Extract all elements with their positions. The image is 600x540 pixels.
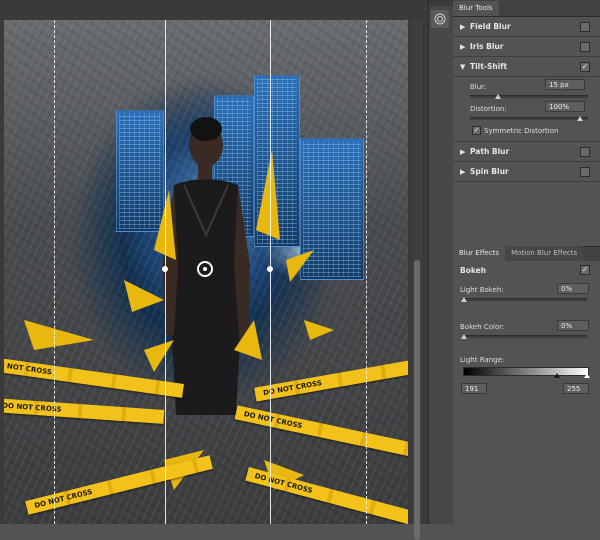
distortion-slider-knob[interactable] — [577, 116, 583, 121]
bokeh-color-input[interactable]: 0% — [557, 320, 589, 331]
tilt-shift-pin[interactable] — [197, 261, 213, 277]
tilt-shift-controls: Blur: 15 px Distortion: 100% ✓ Symmetric… — [453, 77, 600, 142]
collapse-triangle-icon[interactable]: ▼ — [460, 63, 470, 71]
tab-blur-effects[interactable]: Blur Effects — [453, 246, 506, 261]
expand-triangle-icon[interactable]: ▶ — [460, 43, 470, 51]
symmetric-distortion-checkbox[interactable]: ✓ — [472, 126, 481, 135]
light-range-min-input[interactable]: 191 — [461, 383, 487, 394]
light-bokeh-label: Light Bokeh: — [460, 286, 504, 294]
section-path-blur[interactable]: ▶ Path Blur — [453, 142, 600, 162]
section-title: Spin Blur — [470, 167, 509, 176]
section-iris-blur[interactable]: ▶ Iris Blur — [453, 37, 600, 57]
light-range-max-knob[interactable] — [584, 373, 590, 378]
bokeh-color-label: Bokeh Color: — [460, 323, 505, 331]
section-title: Field Blur — [470, 22, 511, 31]
bokeh-color-slider[interactable] — [463, 335, 587, 338]
blur-tools-header: Blur Tools — [453, 0, 600, 17]
field-blur-checkbox[interactable] — [580, 22, 590, 32]
tab-motion-blur-effects[interactable]: Motion Blur Effects — [505, 246, 584, 261]
vertical-scrollbar[interactable] — [412, 20, 422, 540]
light-range-max-input[interactable]: 255 — [563, 383, 589, 394]
light-range-gradient[interactable] — [463, 367, 589, 376]
section-title: Path Blur — [470, 147, 510, 156]
path-blur-checkbox[interactable] — [580, 147, 590, 157]
expand-triangle-icon[interactable]: ▶ — [460, 148, 470, 156]
focus-line-handle[interactable] — [162, 266, 168, 272]
tilt-shift-focus-line-left[interactable] — [165, 20, 166, 524]
expand-triangle-icon[interactable]: ▶ — [460, 23, 470, 31]
strip-header — [429, 0, 453, 6]
bokeh-color-slider-knob[interactable] — [461, 334, 467, 339]
blur-slider-knob[interactable] — [495, 94, 501, 99]
blur-label: Blur: — [470, 83, 487, 91]
tilt-shift-checkbox[interactable]: ✓ — [580, 62, 590, 72]
document-image[interactable]: DO NOT CROSS DO NOT CROSS DO NOT CROSS D… — [4, 20, 408, 524]
blur-gallery-glyph — [434, 13, 446, 25]
section-spin-blur[interactable]: ▶ Spin Blur — [453, 162, 600, 182]
light-bokeh-input[interactable]: 0% — [557, 283, 589, 294]
section-title: Tilt-Shift — [470, 62, 508, 71]
section-tilt-shift[interactable]: ▼ Tilt-Shift ✓ — [453, 57, 600, 77]
light-bokeh-slider[interactable] — [463, 298, 587, 301]
section-field-blur[interactable]: ▶ Field Blur — [453, 17, 600, 37]
focus-line-handle[interactable] — [267, 266, 273, 272]
blur-amount-input[interactable]: 15 px — [545, 79, 585, 90]
spin-blur-checkbox[interactable] — [580, 167, 590, 177]
blur-slider[interactable] — [470, 95, 588, 98]
tilt-shift-focus-line-right[interactable] — [270, 20, 271, 524]
section-title: Iris Blur — [470, 42, 504, 51]
light-range-min-knob[interactable] — [554, 373, 560, 378]
light-bokeh-slider-knob[interactable] — [461, 297, 467, 302]
scrollbar-thumb[interactable] — [414, 260, 420, 540]
symmetric-distortion-label: Symmetric Distortion — [484, 127, 559, 135]
iris-blur-checkbox[interactable] — [580, 42, 590, 52]
distortion-label: Distortion: — [470, 105, 507, 113]
canvas-area: DO NOT CROSS DO NOT CROSS DO NOT CROSS D… — [0, 0, 428, 540]
tilt-shift-feather-line-right[interactable] — [366, 20, 367, 524]
light-range-label: Light Range: — [460, 356, 505, 364]
blur-gallery-icon[interactable] — [431, 10, 449, 28]
tilt-shift-feather-line-left[interactable] — [54, 20, 55, 524]
bokeh-checkbox[interactable]: ✓ — [580, 265, 590, 275]
panel-icon-strip — [428, 0, 454, 524]
effects-header: Blur Effects Motion Blur Effects — [453, 246, 600, 261]
bokeh-title: Bokeh — [460, 266, 487, 275]
distortion-slider[interactable] — [470, 117, 588, 120]
tab-blur-tools[interactable]: Blur Tools — [453, 1, 499, 16]
blur-tools-panel: Blur Tools ▶ Field Blur ▶ Iris Blur ▼ Ti… — [453, 0, 600, 524]
expand-triangle-icon[interactable]: ▶ — [460, 168, 470, 176]
distortion-input[interactable]: 100% — [545, 101, 585, 112]
effects-body: Bokeh ✓ Light Bokeh: 0% Bokeh Color: 0% … — [453, 261, 600, 411]
